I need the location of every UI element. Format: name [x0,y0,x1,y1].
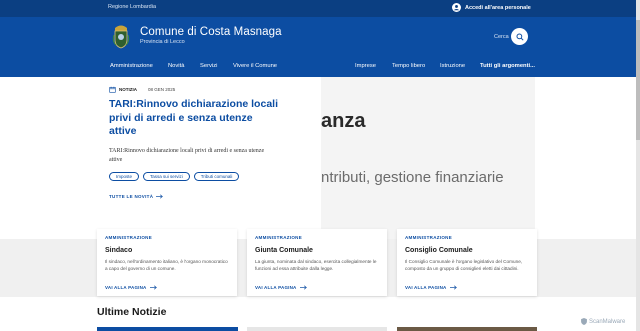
hero-date: 08 GEN 2025 [148,87,176,92]
arrow-right-icon [149,285,157,290]
login-button[interactable]: Accedi all'area personale [452,3,531,12]
card-category: AMMINISTRAZIONE [105,235,152,240]
hero-tag: NOTIZIA [119,87,137,92]
card-link-label: VAI ALLA PAGINA [255,285,297,290]
main-nav: Amministrazione Novità Servizi Vivere il… [0,61,640,75]
news-card-preview[interactable] [397,327,537,331]
card-text: Il sindaco, nell'ordinamento italiano, è… [105,259,228,271]
card-giunta-comunale[interactable]: AMMINISTRAZIONE Giunta Comunale La giunt… [247,229,387,296]
all-news-link[interactable]: TUTTE LE NOVITÀ [109,194,164,199]
card-sindaco[interactable]: AMMINISTRAZIONE Sindaco Il sindaco, nell… [97,229,237,296]
nav-item-all-topics[interactable]: Tutti gli argomenti... [480,63,535,69]
nav-item-imprese[interactable]: Imprese [355,63,376,69]
card-text: Il Consiglio Comunale è l'organo legisla… [405,259,523,271]
search-icon [515,32,524,41]
region-link[interactable]: Regione Lombardia [108,4,156,10]
search-label: Cerca [494,34,509,40]
scrollbar[interactable] [636,0,640,331]
latest-news-title: Ultime Notizie [97,306,167,318]
hero-title[interactable]: TARI:Rinnovo dichiarazione locali privi … [109,98,279,139]
news-card-preview[interactable] [247,327,387,331]
hero-image-text-2: ntributi, gestione finanziarie [321,169,504,186]
crest-logo[interactable] [112,23,130,49]
topic-chip-tributi-comunali[interactable]: Tributi comunali [193,172,240,181]
card-category: AMMINISTRAZIONE [255,235,302,240]
nav-item-servizi[interactable]: Servizi [200,63,217,69]
site-subtitle: Provincia di Lecco [140,39,185,45]
card-title[interactable]: Sindaco [105,247,229,254]
nav-item-amministrazione[interactable]: Amministrazione [110,63,153,69]
user-icon [452,3,461,12]
hero-description: TARI:Rinnovo dichiarazione locali privi … [109,148,265,163]
card-link-label: VAI ALLA PAGINA [105,285,147,290]
hero-meta: NOTIZIA 08 GEN 2025 [109,86,175,93]
calendar-icon [109,86,116,93]
top-bar: Regione Lombardia Accedi all'area person… [0,0,640,17]
search-button[interactable] [511,28,528,45]
hero-image: anza ntributi, gestione finanziarie [321,77,535,239]
topic-chip-tassa-sui-servizi[interactable]: Tassa sui servizi [143,172,190,181]
nav-item-novita[interactable]: Novità [168,63,184,69]
hero-image-text-1: anza [321,110,366,132]
card-category: AMMINISTRAZIONE [405,235,452,240]
watermark-label: ScanMalware [589,318,626,325]
shield-icon [581,318,587,325]
card-title[interactable]: Giunta Comunale [255,247,379,254]
arrow-right-icon [449,285,457,290]
topic-chip-imposte[interactable]: Imposte [109,172,140,181]
nav-item-istruzione[interactable]: Istruzione [440,63,465,69]
all-news-label: TUTTE LE NOVITÀ [109,194,154,199]
card-text: La giunta, nominata dal sindaco, esercit… [255,259,377,271]
arrow-right-icon [299,285,307,290]
site-header: Comune di Costa Masnaga Provincia di Lec… [0,17,640,77]
scrollbar-thumb[interactable] [636,20,640,140]
card-link[interactable]: VAI ALLA PAGINA [255,285,307,290]
login-label: Accedi all'area personale [465,4,531,11]
arrow-right-icon [156,194,164,199]
card-link[interactable]: VAI ALLA PAGINA [105,285,157,290]
nav-item-vivere-il-comune[interactable]: Vivere il Comune [233,63,277,69]
site-title[interactable]: Comune di Costa Masnaga [140,26,282,38]
card-consiglio-comunale[interactable]: AMMINISTRAZIONE Consiglio Comunale Il Co… [397,229,537,296]
card-link-label: VAI ALLA PAGINA [405,285,447,290]
card-title[interactable]: Consiglio Comunale [405,247,529,254]
news-card-preview[interactable] [97,327,238,331]
watermark: ScanMalware [581,318,625,325]
nav-item-tempo-libero[interactable]: Tempo libero [392,63,425,69]
hero-topics: Imposte Tassa sui servizi Tributi comuna… [109,172,240,181]
card-link[interactable]: VAI ALLA PAGINA [405,285,457,290]
